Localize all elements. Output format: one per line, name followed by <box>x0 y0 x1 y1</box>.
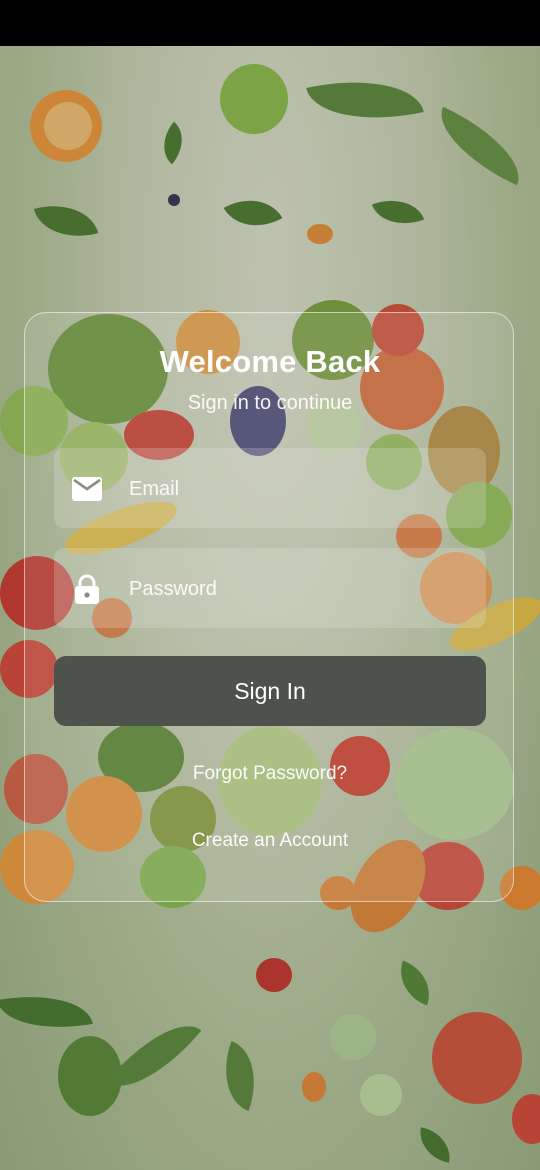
lock-icon <box>72 574 102 604</box>
email-field[interactable] <box>54 448 486 528</box>
email-input[interactable] <box>127 468 471 510</box>
status-bar <box>0 0 540 46</box>
password-field[interactable] <box>54 548 486 628</box>
forgot-password-link[interactable]: Forgot Password? <box>0 763 540 785</box>
mail-icon <box>72 474 102 504</box>
create-account-link[interactable]: Create an Account <box>0 830 540 852</box>
page-subtitle: Sign in to continue <box>187 392 353 414</box>
sign-in-button[interactable]: Sign In <box>54 656 486 726</box>
page-title: Welcome Back <box>159 344 381 379</box>
password-input[interactable] <box>127 568 471 610</box>
